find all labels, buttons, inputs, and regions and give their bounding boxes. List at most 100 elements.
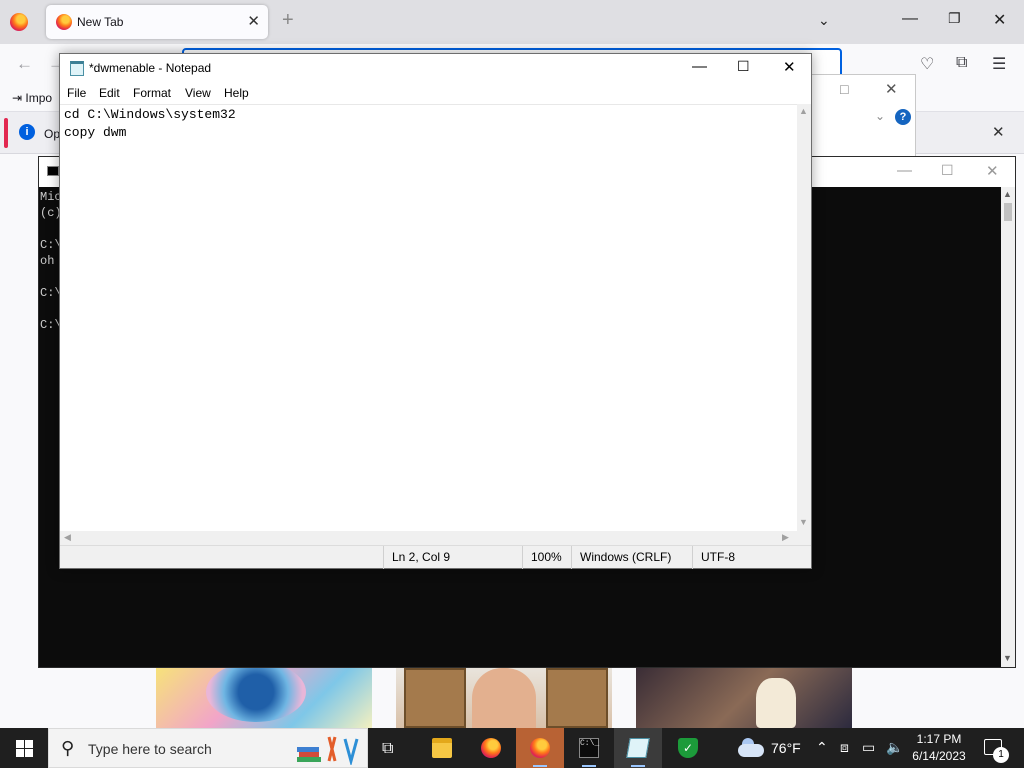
- start-button[interactable]: [0, 728, 48, 768]
- weather-temperature[interactable]: 76°F: [771, 740, 801, 756]
- bookmark-label: Impo: [25, 91, 53, 105]
- search-placeholder: Type here to search: [88, 741, 212, 757]
- menu-edit[interactable]: Edit: [99, 86, 120, 100]
- network-icon[interactable]: ▭: [862, 739, 875, 756]
- tab-list-chevron-icon[interactable]: ⌄: [818, 12, 830, 29]
- back-arrow-icon[interactable]: ←: [16, 54, 33, 74]
- info-close-icon[interactable]: ✕: [992, 123, 1005, 141]
- clock-date: 6/14/2023: [912, 749, 966, 763]
- weather-cloud: [738, 744, 764, 757]
- status-position: Ln 2, Col 9: [383, 546, 523, 569]
- story-thumbnail[interactable]: [396, 668, 612, 728]
- firefox-active-button[interactable]: [516, 728, 564, 768]
- close-icon[interactable]: ✕: [993, 10, 1006, 30]
- security-button[interactable]: ✓: [664, 728, 712, 768]
- scroll-left-icon[interactable]: ◀: [64, 532, 71, 543]
- pocket-icon[interactable]: ♡: [920, 54, 934, 74]
- tab-title: New Tab: [77, 15, 124, 29]
- close-icon[interactable]: ✕: [885, 80, 898, 98]
- new-tab-icon[interactable]: +: [282, 10, 294, 30]
- scroll-down-icon[interactable]: ▼: [799, 517, 808, 527]
- window-title: *dwmenable - Notepad: [89, 61, 212, 75]
- chevron-down-icon[interactable]: ⌄: [875, 109, 885, 123]
- windows-logo-icon: [16, 749, 24, 757]
- search-icon: ⚲: [61, 738, 75, 758]
- command-prompt-icon: C:\_: [579, 738, 599, 758]
- firefox-tab-icon: [56, 14, 72, 30]
- taskbar-search-box[interactable]: ⚲ Type here to search: [48, 728, 368, 768]
- minimize-icon[interactable]: —: [897, 162, 912, 179]
- shield-check-icon: ✓: [678, 738, 698, 758]
- menu-bar: File Edit Format View Help: [60, 82, 811, 104]
- windows-logo-icon: [25, 749, 33, 757]
- scroll-thumb[interactable]: [1004, 203, 1012, 221]
- task-view-button[interactable]: ⧉: [368, 728, 416, 768]
- info-icon: i: [19, 124, 35, 140]
- firefox-icon: [530, 738, 550, 758]
- story-thumbnail[interactable]: [636, 668, 852, 728]
- notepad-icon: [626, 738, 650, 758]
- info-accent: [4, 118, 8, 148]
- close-icon[interactable]: ✕: [986, 162, 999, 180]
- editor-content: cd C:\Windows\system32 copy dwm: [64, 107, 236, 140]
- menu-format[interactable]: Format: [133, 86, 171, 100]
- clock[interactable]: 1:17 PM 6/14/2023: [906, 731, 972, 765]
- text-editor[interactable]: cd C:\Windows\system32 copy dwm: [60, 104, 797, 531]
- info-text: Op: [44, 127, 61, 141]
- weather-cloud-icon[interactable]: [738, 738, 766, 758]
- status-bar: Ln 2, Col 9 100% Windows (CRLF) UTF-8: [60, 545, 811, 569]
- taskbar: ⚲ Type here to search ⧉ C:\_ ✓ 76°F ⌃ ⧈ …: [0, 728, 1024, 768]
- thumbnail-object: [756, 678, 796, 728]
- hamburger-menu-icon[interactable]: ☰: [992, 54, 1006, 74]
- thumbnail-box: [404, 668, 466, 728]
- menu-file[interactable]: File: [67, 86, 86, 100]
- firefox-menu-icon[interactable]: [10, 13, 28, 31]
- status-encoding: UTF-8: [692, 546, 811, 569]
- meet-now-icon[interactable]: ⧈: [840, 739, 849, 756]
- firefox-icon: [481, 738, 501, 758]
- chevron-up-icon[interactable]: ⌃: [816, 739, 828, 756]
- close-icon[interactable]: ✕: [783, 58, 796, 76]
- firefox-tab-bar: New Tab ✕ + ⌄ — ❐ ✕: [0, 0, 1024, 44]
- file-explorer-button[interactable]: [418, 728, 466, 768]
- volume-muted-icon[interactable]: 🔈: [886, 739, 903, 756]
- scroll-corner: [797, 531, 811, 545]
- search-highlight-icon: [297, 736, 359, 765]
- status-zoom: 100%: [522, 546, 572, 569]
- minimize-icon[interactable]: —: [692, 58, 707, 75]
- tab-new-tab[interactable]: New Tab ✕: [46, 5, 268, 39]
- maximize-icon[interactable]: ☐: [839, 83, 850, 97]
- minimize-icon[interactable]: —: [902, 10, 918, 28]
- horizontal-scrollbar[interactable]: ◀ ▶: [60, 531, 797, 545]
- thumbnail-art: [206, 662, 306, 722]
- story-thumbnail[interactable]: [156, 662, 372, 728]
- console-scrollbar[interactable]: ▲ ▼: [1001, 187, 1015, 667]
- scroll-up-icon[interactable]: ▲: [1003, 189, 1012, 199]
- menu-help[interactable]: Help: [224, 86, 249, 100]
- scroll-up-icon[interactable]: ▲: [799, 106, 808, 116]
- scroll-down-icon[interactable]: ▼: [1003, 653, 1012, 663]
- cmd-window-icon: [47, 166, 59, 176]
- windows-logo-icon: [25, 740, 33, 748]
- menu-view[interactable]: View: [185, 86, 211, 100]
- thumbnail-person: [472, 668, 536, 728]
- notepad-icon: [70, 61, 84, 76]
- restore-icon[interactable]: ❐: [948, 10, 961, 27]
- vertical-scrollbar[interactable]: ▲ ▼: [797, 104, 811, 531]
- command-prompt-button[interactable]: C:\_: [565, 728, 613, 768]
- thumbnail-box: [546, 668, 608, 728]
- maximize-icon[interactable]: ☐: [737, 58, 750, 75]
- notepad-button[interactable]: [614, 728, 662, 768]
- clock-time: 1:17 PM: [916, 732, 962, 746]
- notepad-title-bar[interactable]: *dwmenable - Notepad — ☐ ✕: [60, 54, 811, 82]
- help-icon[interactable]: ?: [895, 109, 911, 125]
- bookmark-import[interactable]: ⇥ Impo: [12, 91, 52, 105]
- windows-logo-icon: [16, 740, 24, 748]
- firefox-button[interactable]: [467, 728, 515, 768]
- folder-icon: [432, 738, 452, 758]
- scroll-right-icon[interactable]: ▶: [782, 532, 789, 543]
- task-view-icon: ⧉: [382, 740, 394, 757]
- maximize-icon[interactable]: ☐: [941, 162, 954, 179]
- extensions-icon[interactable]: ⧉: [956, 54, 967, 72]
- tab-close-icon[interactable]: ✕: [247, 12, 260, 30]
